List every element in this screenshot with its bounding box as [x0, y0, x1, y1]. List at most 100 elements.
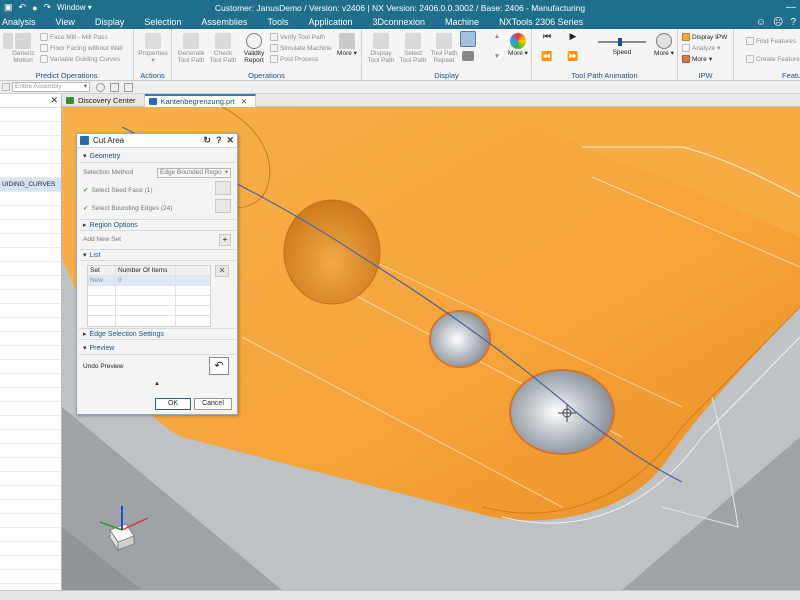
- menu-analysis[interactable]: Analysis: [0, 15, 46, 29]
- select-bounding-edges-row[interactable]: ✔ Select Bounding Edges (24): [83, 204, 172, 212]
- list-item[interactable]: [0, 486, 61, 500]
- tab-kantenbegrenzung[interactable]: Kantenbegrenzung.prt ✕: [144, 94, 257, 107]
- microphone-icon[interactable]: ●: [32, 3, 37, 13]
- menu-selection[interactable]: Selection: [134, 15, 191, 29]
- check-tool-path-button[interactable]: Check Tool Path: [208, 33, 238, 64]
- close-tab-icon[interactable]: ✕: [241, 97, 247, 106]
- ipw-more-item[interactable]: More ▾: [682, 55, 712, 63]
- validity-report-button[interactable]: Validity Report: [240, 33, 268, 64]
- start-icon[interactable]: ⏪: [540, 52, 554, 61]
- menu-nxtools[interactable]: NXTools 2306 Series: [489, 15, 593, 29]
- list-item[interactable]: [0, 290, 61, 304]
- menu-tools[interactable]: Tools: [257, 15, 298, 29]
- display-toggle-button[interactable]: [460, 31, 476, 48]
- find-features-item[interactable]: Find Features: [746, 37, 796, 45]
- list-item[interactable]: [0, 108, 61, 122]
- list-item[interactable]: [0, 276, 61, 290]
- menu-machine[interactable]: Machine: [435, 15, 489, 29]
- list-item[interactable]: [0, 262, 61, 276]
- list-item[interactable]: [0, 346, 61, 360]
- slider-handle[interactable]: [618, 38, 622, 46]
- list-item[interactable]: [0, 430, 61, 444]
- list-item[interactable]: [0, 150, 61, 164]
- menu-view[interactable]: View: [46, 15, 85, 29]
- snap-icon[interactable]: [110, 83, 119, 92]
- post-process-item[interactable]: Post Process: [270, 55, 318, 63]
- list-item[interactable]: [0, 206, 61, 220]
- tool-display-button[interactable]: [460, 51, 476, 62]
- section-list[interactable]: List: [79, 249, 235, 261]
- list-item[interactable]: [0, 556, 61, 570]
- arrow-down-icon[interactable]: ▼: [492, 53, 502, 60]
- save-icon[interactable]: ▣: [4, 2, 13, 13]
- undo-icon[interactable]: ↶: [19, 2, 27, 13]
- ok-button[interactable]: OK: [155, 398, 191, 410]
- display-more-button[interactable]: More ▾: [506, 33, 530, 57]
- frown-icon[interactable]: ☹: [773, 17, 783, 28]
- edge-select-icon[interactable]: [215, 199, 231, 213]
- tab-discovery-center[interactable]: Discovery Center: [62, 94, 145, 107]
- list-item[interactable]: [0, 444, 61, 458]
- properties-button[interactable]: Properties ▾: [138, 33, 168, 64]
- close-icon[interactable]: ✕: [50, 95, 58, 106]
- smiley-icon[interactable]: ☺: [756, 17, 766, 28]
- select-seed-face-row[interactable]: ✔ Select Seed Face (1): [83, 186, 153, 194]
- speed-slider[interactable]: [598, 38, 646, 46]
- display-ipw-item[interactable]: Display IPW: [682, 33, 727, 41]
- list-item[interactable]: [0, 472, 61, 486]
- end-icon[interactable]: ⏩: [566, 52, 580, 61]
- tool-path-repeat-button[interactable]: Tool Path Repeat: [428, 33, 460, 64]
- table-row[interactable]: New 0: [88, 276, 210, 286]
- list-item[interactable]: [0, 542, 61, 556]
- list-item[interactable]: [0, 374, 61, 388]
- list-item[interactable]: [0, 304, 61, 318]
- snap-point-icon[interactable]: [124, 83, 133, 92]
- dialog-title-bar[interactable]: Cut Area ↻ ? ✕: [77, 134, 237, 148]
- list-item[interactable]: [0, 528, 61, 542]
- list-item[interactable]: [0, 458, 61, 472]
- display-tool-path-button[interactable]: Display Tool Path: [366, 33, 396, 64]
- reset-icon[interactable]: ↻: [203, 135, 211, 146]
- selection-method-dropdown[interactable]: Edge Bounded Regio ▾: [157, 168, 231, 178]
- list-item[interactable]: [0, 388, 61, 402]
- list-item[interactable]: [0, 234, 61, 248]
- face-select-icon[interactable]: [215, 181, 231, 195]
- select-tool-path-button[interactable]: Select Tool Path: [398, 33, 428, 64]
- create-feature-item[interactable]: Create Feature: [746, 55, 800, 63]
- select-icon[interactable]: [96, 83, 105, 92]
- play-icon[interactable]: ▶: [566, 32, 580, 41]
- add-set-icon[interactable]: +: [219, 234, 231, 246]
- list-item[interactable]: [0, 332, 61, 346]
- list-item[interactable]: [0, 248, 61, 262]
- window-menu[interactable]: Window ▾: [57, 3, 92, 12]
- menu-application[interactable]: Application: [298, 15, 362, 29]
- view-triad[interactable]: [82, 490, 152, 560]
- arrow-up-icon[interactable]: ▲: [492, 33, 502, 40]
- list-item[interactable]: [0, 136, 61, 150]
- collapse-arrow-icon[interactable]: ▲: [77, 381, 237, 387]
- filter-icon[interactable]: [2, 83, 10, 91]
- list-item[interactable]: [0, 220, 61, 234]
- menu-assemblies[interactable]: Assemblies: [191, 15, 257, 29]
- list-item[interactable]: [0, 416, 61, 430]
- floor-facing-item[interactable]: Floor Facing without Wall: [40, 44, 123, 52]
- assembly-filter-dropdown[interactable]: Entire Assembly: [12, 82, 90, 92]
- generic-motion-button[interactable]: Generic Motion: [12, 33, 35, 64]
- animation-more-button[interactable]: More ▾: [652, 33, 676, 57]
- list-item[interactable]: [0, 192, 61, 206]
- list-item[interactable]: [0, 318, 61, 332]
- minimize-icon[interactable]: —: [786, 2, 796, 13]
- variable-guiding-item[interactable]: Variable Guiding Curves: [40, 55, 120, 63]
- generate-tool-path-button[interactable]: Generate Tool Path: [176, 33, 206, 64]
- simulate-machine-item[interactable]: Simulate Machine: [270, 44, 332, 52]
- analyze-item[interactable]: Analyze ▾: [682, 44, 720, 52]
- section-edge-selection-settings[interactable]: Edge Selection Settings: [79, 328, 235, 340]
- step-back-icon[interactable]: ⏮: [540, 32, 554, 41]
- list-item[interactable]: [0, 122, 61, 136]
- help-icon[interactable]: ?: [216, 135, 222, 146]
- list-item[interactable]: [0, 402, 61, 416]
- operations-more-button[interactable]: More ▾: [334, 33, 360, 57]
- redo-icon[interactable]: ↷: [44, 2, 52, 13]
- list-item[interactable]: [0, 514, 61, 528]
- menu-3dconnexion[interactable]: 3Dconnexion: [362, 15, 435, 29]
